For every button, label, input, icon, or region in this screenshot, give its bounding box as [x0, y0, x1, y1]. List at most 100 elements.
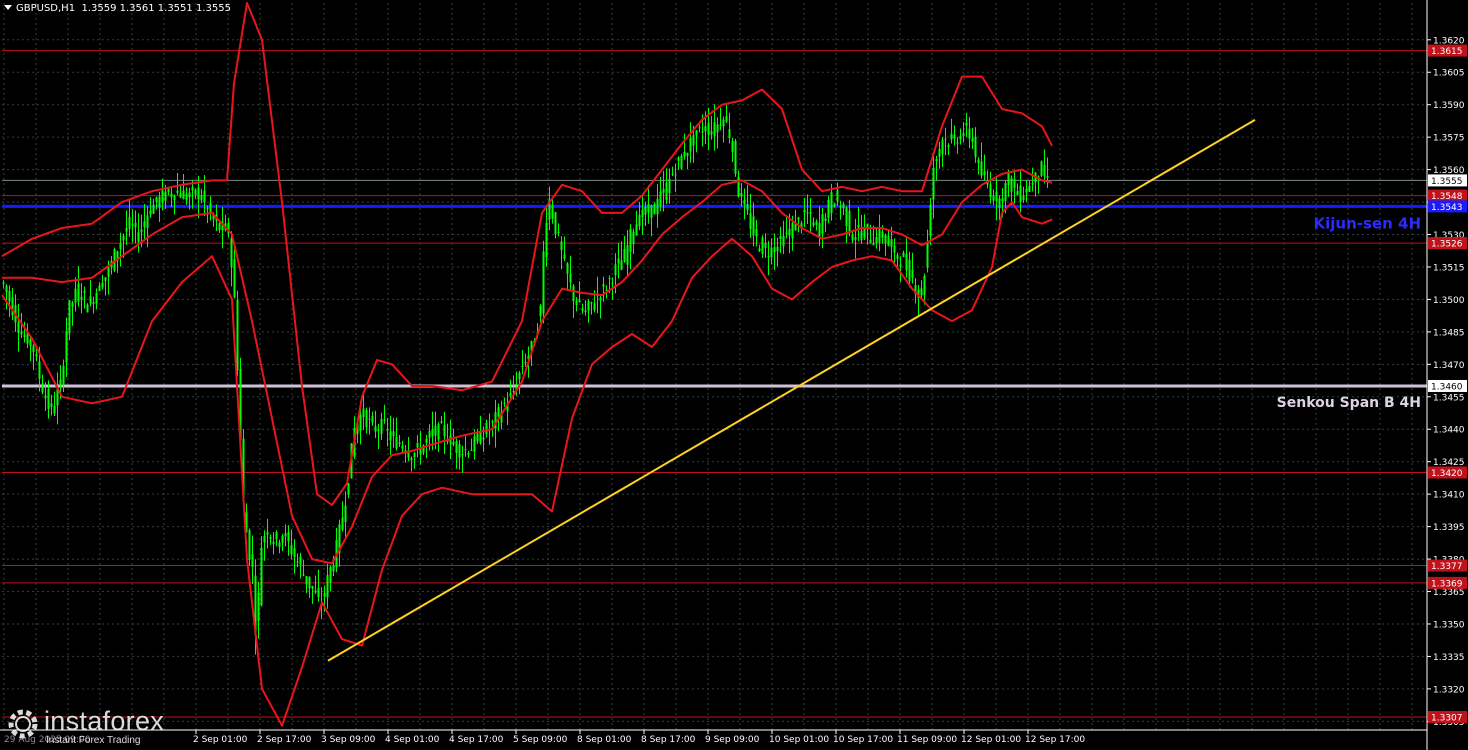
candle-body: [977, 159, 980, 164]
candle-body: [278, 542, 281, 547]
candle-body: [803, 209, 806, 213]
candle-body: [155, 197, 158, 202]
price-tick-label: 1.3320: [1433, 685, 1465, 695]
brand-name: instaforex: [44, 706, 165, 736]
candle-body: [716, 124, 719, 133]
candle-body: [395, 436, 398, 449]
candle-body: [632, 231, 635, 245]
candle-body: [563, 254, 566, 259]
candle-body: [884, 234, 887, 244]
candle-body: [956, 142, 959, 144]
candle-body: [473, 436, 476, 452]
candle-body: [341, 517, 344, 530]
time-tick-label: 11 Sep 09:00: [897, 735, 957, 745]
time-tick-label: 10 Sep 01:00: [769, 735, 829, 745]
candle-body: [704, 126, 707, 132]
brand-tagline: Instant Forex Trading: [46, 735, 141, 746]
candle-body: [302, 574, 305, 576]
candle-body: [932, 168, 935, 200]
candle-body: [599, 297, 602, 301]
candle-body: [1043, 164, 1046, 177]
candle-body: [263, 536, 266, 543]
candle-body: [443, 424, 446, 437]
candle-body: [737, 176, 740, 197]
candle-body: [158, 196, 161, 208]
candle-body: [1019, 185, 1022, 202]
candle-body: [551, 204, 554, 219]
candle-body: [161, 190, 164, 203]
candle-body: [584, 310, 587, 312]
candle-body: [371, 415, 374, 423]
candle-body: [806, 212, 809, 214]
candle-body: [665, 182, 668, 201]
candle-body: [773, 247, 776, 252]
candle-body: [392, 431, 395, 437]
chart-header: GBPUSD,H1 1.3559 1.3561 1.3551 1.3555: [4, 3, 231, 14]
candle-body: [827, 199, 830, 218]
candle-body: [119, 243, 122, 249]
price-tick-label: 1.3395: [1433, 523, 1465, 533]
candle-body: [947, 145, 950, 147]
candle-body: [38, 361, 41, 379]
candle-body: [167, 188, 170, 193]
candle-body: [680, 155, 683, 169]
candle-body: [812, 222, 815, 226]
price-tick-label: 1.3500: [1433, 296, 1465, 306]
candle-body: [173, 195, 176, 201]
candle-body: [965, 122, 968, 126]
candle-body: [47, 388, 50, 409]
candle-body: [689, 137, 692, 152]
candle-body: [509, 393, 512, 397]
candle-body: [941, 139, 944, 155]
candle-body: [833, 203, 836, 207]
candle-body: [323, 593, 326, 597]
senkou-price-tag: 1.3460: [1431, 382, 1463, 392]
candle-body: [671, 173, 674, 175]
candle-body: [416, 443, 419, 448]
candle-body: [470, 450, 473, 452]
candle-body: [362, 408, 365, 418]
candle-body: [761, 237, 764, 254]
candle-body: [176, 190, 179, 193]
candle-body: [305, 575, 308, 585]
price-chart[interactable]: 1.36201.36051.35901.35751.35601.35451.35…: [0, 0, 1468, 750]
candle-body: [683, 151, 686, 157]
candle-body: [95, 292, 98, 304]
candle-body: [152, 204, 155, 214]
level-price-tag: 1.3369: [1431, 579, 1463, 589]
candle-body: [131, 224, 134, 226]
candle-body: [617, 258, 620, 264]
candle-body: [1013, 179, 1016, 188]
candle-body: [899, 264, 902, 267]
candle-body: [692, 135, 695, 146]
level-price-tag: 1.3420: [1431, 469, 1463, 479]
candle-body: [266, 532, 269, 535]
candle-body: [140, 229, 143, 232]
candle-body: [653, 204, 656, 215]
candle-body: [992, 195, 995, 201]
ohlc-readout: 1.3559 1.3561 1.3551 1.3555: [81, 3, 231, 14]
candle-body: [128, 216, 131, 229]
candle-body: [260, 547, 263, 606]
candle-body: [860, 230, 863, 241]
dropdown-icon[interactable]: [4, 5, 12, 10]
candle-body: [2, 282, 5, 284]
candle-body: [482, 437, 485, 440]
price-tick-label: 1.3410: [1433, 491, 1465, 501]
candle-body: [389, 431, 392, 441]
candle-body: [200, 195, 203, 201]
candle-body: [854, 237, 857, 240]
candle-body: [638, 214, 641, 227]
candle-body: [284, 533, 287, 537]
candle-body: [398, 442, 401, 445]
candle-body: [1046, 176, 1049, 178]
candle-body: [581, 308, 584, 311]
candle-body: [191, 187, 194, 191]
candle-body: [269, 536, 272, 539]
candle-body: [686, 152, 689, 156]
candle-body: [731, 140, 734, 152]
candle-body: [1016, 190, 1019, 195]
candle-body: [431, 429, 434, 437]
candle-body: [758, 248, 761, 252]
candle-body: [755, 229, 758, 237]
